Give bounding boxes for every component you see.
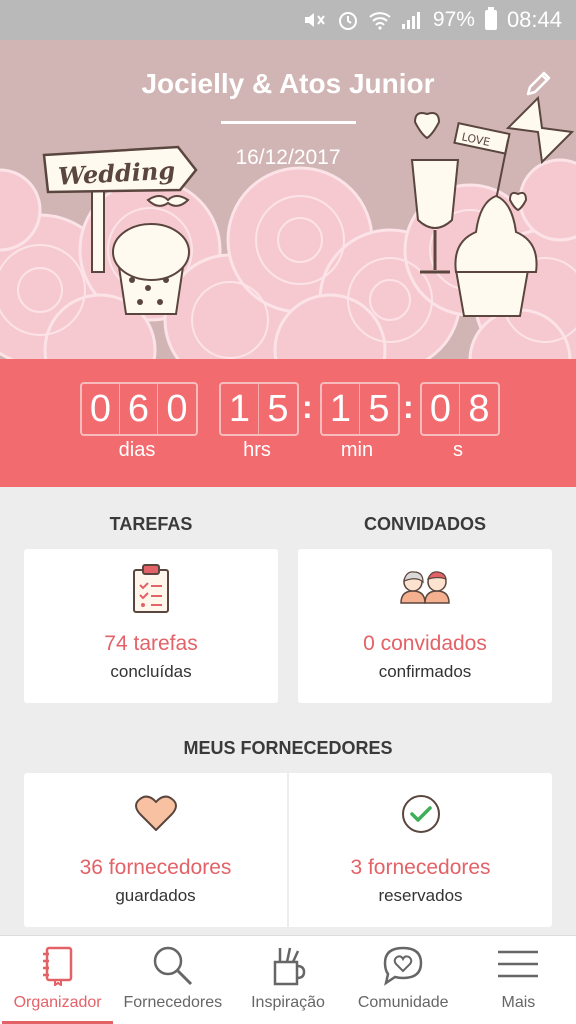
guests-count: 0 convidados (363, 632, 487, 655)
notebook-icon (40, 944, 76, 991)
countdown-digit: 5 (267, 387, 289, 430)
countdown-label-minutes: min (340, 439, 374, 461)
nav-organizador[interactable]: Organizador (0, 936, 115, 1024)
couple-avatar-icon (398, 569, 452, 610)
clipboard-icon (131, 563, 171, 620)
countdown-days: 0 6 0 (80, 382, 198, 436)
countdown-separator: : (302, 389, 313, 425)
status-bar: 97% 08:44 (0, 0, 576, 40)
wedding-date: 16/12/2017 (235, 146, 341, 169)
tasks-sub: concluídas (110, 662, 192, 681)
guests-title: CONVIDADOS (363, 514, 486, 534)
guests-sub: confirmados (378, 662, 472, 681)
alarm-icon (337, 9, 359, 31)
countdown-label-hours: hrs (243, 439, 271, 461)
vendors-title: MEUS FORNECEDORES (183, 738, 393, 758)
countdown-separator: : (403, 389, 414, 425)
nav-comunidade[interactable]: Comunidade (346, 936, 461, 1024)
nav-mais[interactable]: Mais (461, 936, 576, 1024)
menu-icon (496, 944, 540, 989)
title-divider (221, 121, 356, 124)
countdown-bar: 0 6 0 1 5 : 1 5 : 0 8 dias hrs min s (0, 359, 576, 487)
countdown-digit: 8 (468, 387, 490, 430)
nav-label: Organizador (13, 994, 102, 1011)
countdown-digit: 1 (221, 384, 259, 434)
countdown-label-seconds: s (453, 439, 463, 461)
clock: 08:44 (506, 7, 562, 32)
countdown-digit: 0 (82, 384, 120, 434)
battery-icon (484, 7, 497, 30)
countdown-digit: 0 (166, 387, 188, 430)
vendors-saved-count: 36 fornecedores (79, 856, 232, 879)
vendors-booked-count: 3 fornecedores (350, 856, 491, 879)
tasks-title: TAREFAS (109, 514, 193, 534)
tasks-count: 74 tarefas (104, 632, 198, 655)
check-circle-icon (400, 793, 442, 840)
countdown-digit: 5 (368, 387, 390, 430)
tasks-card[interactable]: 74 tarefas concluídas (24, 549, 278, 703)
nav-label: Mais (501, 994, 536, 1011)
wedding-header: Wedding LOVE Jocielly & Atos Junior 16/1… (0, 40, 576, 359)
mute-icon (303, 10, 327, 30)
vendors-saved-sub: guardados (115, 886, 196, 905)
nav-label: Fornecedores (123, 994, 223, 1011)
heart-icon (134, 795, 177, 838)
nav-label: Comunidade (357, 994, 449, 1011)
countdown-minutes: 1 5 (320, 382, 400, 436)
nav-inspiracao[interactable]: Inspiração (230, 936, 345, 1024)
countdown-digit: 1 (322, 384, 360, 434)
countdown-hours: 1 5 (219, 382, 299, 436)
battery-percent: 97% (432, 8, 475, 31)
edit-pencil-icon[interactable] (522, 68, 554, 100)
nav-fornecedores[interactable]: Fornecedores (115, 936, 230, 1024)
bottom-navigation: Organizador Fornecedores Inspiração Comu… (0, 935, 576, 1024)
guests-card[interactable]: 0 convidados confirmados (298, 549, 552, 703)
vendors-booked-sub: reservados (378, 886, 463, 905)
countdown-seconds: 0 8 (420, 382, 500, 436)
vendors-booked-card[interactable]: 3 fornecedores reservados (289, 773, 552, 927)
nav-label: Inspiração (251, 994, 325, 1011)
countdown-digit: 0 (422, 384, 460, 434)
countdown-label-days: dias (118, 439, 156, 461)
signal-icon (401, 10, 423, 30)
pencil-cup-icon (270, 944, 306, 993)
chat-heart-icon (381, 944, 425, 991)
wifi-icon (369, 10, 391, 30)
couple-names: Jocielly & Atos Junior (141, 68, 435, 99)
search-icon (151, 944, 195, 993)
countdown-digit: 6 (120, 384, 158, 434)
cupcake-illustration (112, 223, 190, 315)
vendors-saved-card[interactable]: 36 fornecedores guardados (24, 773, 287, 927)
